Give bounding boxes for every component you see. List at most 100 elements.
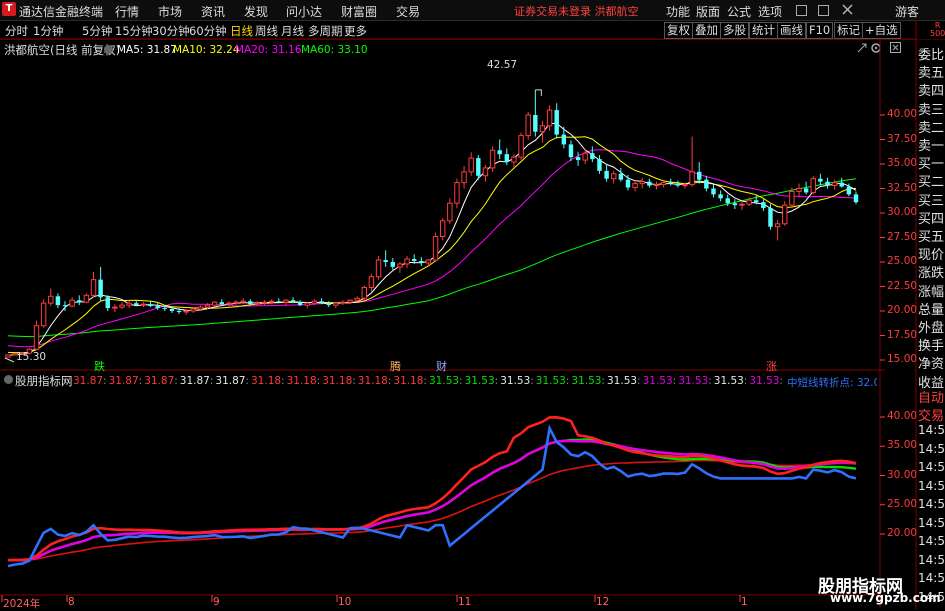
side-item[interactable]: 换手 <box>918 335 945 354</box>
indicator-value: 31.18 <box>251 375 282 387</box>
candle-down <box>618 173 624 180</box>
side-lower-item[interactable]: 自动 <box>918 387 945 406</box>
kline-chart[interactable] <box>0 0 945 609</box>
candle-up <box>582 152 588 161</box>
side-item[interactable]: 涨跌 <box>918 262 945 281</box>
tool-button-7[interactable]: +自选 <box>862 22 901 39</box>
side-item[interactable]: 卖二 <box>918 117 945 136</box>
side-item[interactable]: 总量 <box>918 299 945 318</box>
price-tick-label: 32.50 <box>887 181 918 194</box>
menu-item-5[interactable]: 财富圈 <box>341 3 377 20</box>
candle-up <box>539 125 546 133</box>
side-item[interactable]: 买三 <box>918 190 945 209</box>
side-time: 14:56 <box>918 571 945 585</box>
ma5-line <box>7 122 857 356</box>
menu-item-0[interactable]: 行情 <box>115 3 139 20</box>
candle-down <box>668 182 673 184</box>
menu-item-2[interactable]: 资讯 <box>201 3 225 20</box>
side-item[interactable]: 买一 <box>918 153 945 172</box>
candle-up <box>204 304 211 308</box>
watermark-url: www.7gpzb.com <box>830 591 941 605</box>
right-menu-item-3[interactable]: 选项 <box>758 3 782 20</box>
period-tab-5[interactable]: 60分钟 <box>189 23 227 39</box>
side-item[interactable]: 净资 <box>918 353 945 372</box>
menu-item-1[interactable]: 市场 <box>158 3 182 20</box>
indicator-lines <box>7 415 857 568</box>
candle-down <box>718 194 723 199</box>
candle-up <box>140 303 147 306</box>
candle-down <box>148 304 153 307</box>
tool-button-1[interactable]: 叠加 <box>692 22 721 39</box>
side-lower-item[interactable]: 交易 <box>918 405 945 424</box>
side-top-label: R 500 <box>930 21 945 38</box>
indicator-value-sep: : <box>245 375 249 387</box>
period-tab-6[interactable]: 日线 <box>230 23 253 39</box>
menu-item-4[interactable]: 问小达 <box>286 3 322 20</box>
candle-up <box>489 149 496 169</box>
time-tick-label: 1 <box>741 596 748 608</box>
period-tab-7[interactable]: 周线 <box>255 23 278 39</box>
side-item[interactable]: 现价 <box>918 244 945 263</box>
side-item[interactable]: 卖五 <box>918 62 945 81</box>
candle-up <box>432 236 439 261</box>
right-menu-item-0[interactable]: 功能 <box>666 3 690 20</box>
menu-item-3[interactable]: 发现 <box>244 3 268 20</box>
candle-up <box>782 204 788 225</box>
period-tab-8[interactable]: 月线 <box>281 23 304 39</box>
candle-down <box>839 182 844 187</box>
side-item[interactable]: 外盘 <box>918 317 945 336</box>
tool-button-0[interactable]: 复权 <box>664 22 693 39</box>
tool-button-5[interactable]: F10 <box>806 22 834 39</box>
side-item[interactable]: 买二 <box>918 171 945 190</box>
candle-up <box>831 182 838 187</box>
side-item[interactable]: 卖三 <box>918 99 945 118</box>
indicator-value: 31.53 <box>678 375 709 387</box>
side-item[interactable]: 卖一 <box>918 135 945 154</box>
right-menu-item-2[interactable]: 公式 <box>727 3 751 20</box>
side-item[interactable]: 买五 <box>918 226 945 245</box>
event-marker[interactable]: 财 <box>436 358 447 374</box>
candle-down <box>568 144 574 158</box>
high-price-label: 42.57 <box>487 59 518 71</box>
ma-legend-item: MA10: 32.24 <box>173 44 240 56</box>
period-tab-10[interactable]: 更多 <box>344 23 367 39</box>
menu-item-6[interactable]: 交易 <box>396 3 420 20</box>
candle-up <box>660 182 667 186</box>
period-tab-0[interactable]: 分时 <box>5 23 28 39</box>
side-item[interactable]: 买四 <box>918 208 945 227</box>
time-tick-label: 10 <box>338 596 352 608</box>
candle-down <box>55 296 61 306</box>
indicator-tick-label: 40.00 <box>887 410 918 422</box>
candle-up <box>48 295 54 304</box>
tool-button-3[interactable]: 统计 <box>749 22 778 39</box>
candle-down <box>134 303 139 306</box>
period-tab-9[interactable]: 多周期 <box>308 23 343 39</box>
indicator-value: 31.18 <box>357 375 388 387</box>
tool-button-6[interactable]: 标记 <box>834 22 863 39</box>
indicator-value-sep: : <box>637 375 641 387</box>
period-tab-4[interactable]: 30分钟 <box>152 23 190 39</box>
right-menu-item-1[interactable]: 版面 <box>696 3 720 20</box>
side-item[interactable]: 卖四 <box>918 80 945 99</box>
event-marker[interactable]: 涨 <box>766 358 777 374</box>
side-time: 14:56 <box>918 497 945 511</box>
candle-up <box>468 157 474 173</box>
side-item[interactable]: 委比 <box>918 44 945 63</box>
period-tab-3[interactable]: 15分钟 <box>115 23 153 39</box>
event-marker[interactable]: 跌 <box>94 358 105 374</box>
period-tab-1[interactable]: 1分钟 <box>33 23 63 39</box>
side-item[interactable]: 涨幅 <box>918 281 945 300</box>
candle-down <box>419 261 424 263</box>
candle-down <box>390 262 396 267</box>
side-time: 14:56 <box>918 423 945 437</box>
tool-button-4[interactable]: 画线 <box>777 22 806 39</box>
indicator-value: 31.53 <box>429 375 460 387</box>
indicator-toggle-icon[interactable] <box>4 375 13 384</box>
side-time: 14:56 <box>918 460 945 474</box>
indicator-value: 31.18 <box>322 375 353 387</box>
tool-button-2[interactable]: 多股 <box>720 22 749 39</box>
event-marker[interactable]: 腾 <box>390 358 401 374</box>
indicator-value-sep: : <box>779 375 783 387</box>
period-tab-2[interactable]: 5分钟 <box>82 23 112 39</box>
candle-up <box>525 114 531 137</box>
